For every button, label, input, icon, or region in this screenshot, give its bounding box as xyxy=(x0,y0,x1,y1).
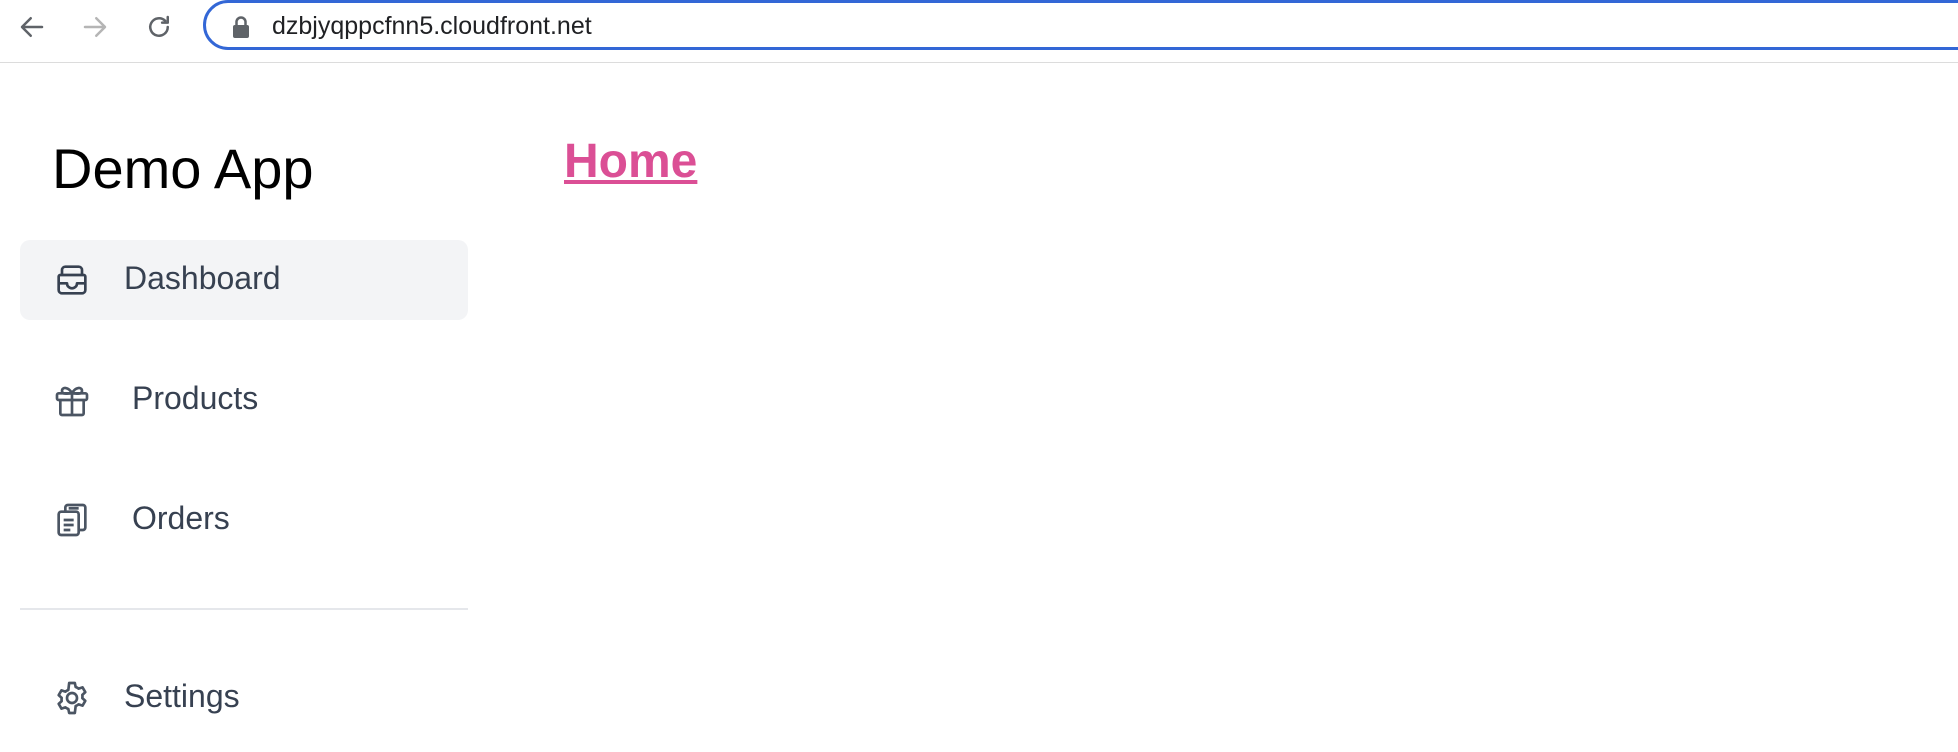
forward-arrow-icon xyxy=(83,17,107,37)
inbox-stack-icon xyxy=(52,260,92,300)
address-bar[interactable]: dzbjyqppcfnn5.cloudfront.net xyxy=(203,0,1958,50)
gift-icon xyxy=(52,380,92,420)
gear-icon xyxy=(52,678,92,718)
sidebar-item-label: Dashboard xyxy=(124,260,281,296)
sidebar-item-dashboard[interactable]: Dashboard xyxy=(20,240,468,320)
sidebar-divider xyxy=(20,608,468,610)
clipboard-document-icon xyxy=(52,500,92,540)
reload-icon xyxy=(149,15,169,37)
back-arrow-icon xyxy=(20,17,44,37)
sidebar-item-label: Settings xyxy=(124,678,240,714)
sidebar-item-label: Orders xyxy=(132,500,230,536)
sidebar-item-settings[interactable]: Settings xyxy=(20,658,468,738)
sidebar-item-products[interactable]: Products xyxy=(20,360,468,440)
sidebar-item-orders[interactable]: Orders xyxy=(20,480,468,560)
back-button[interactable] xyxy=(14,9,50,45)
app-title: Demo App xyxy=(52,137,314,200)
sidebar-item-label: Products xyxy=(132,380,259,416)
home-link[interactable]: Home xyxy=(564,134,697,189)
url-text[interactable]: dzbjyqppcfnn5.cloudfront.net xyxy=(272,12,592,41)
forward-button[interactable] xyxy=(77,9,113,45)
main-content: Home xyxy=(480,63,1958,752)
sidebar: Demo App Dashboard Products Orders Setti… xyxy=(0,63,480,752)
reload-button[interactable] xyxy=(141,9,177,45)
lock-icon xyxy=(233,16,249,38)
browser-toolbar: dzbjyqppcfnn5.cloudfront.net xyxy=(0,0,1958,63)
